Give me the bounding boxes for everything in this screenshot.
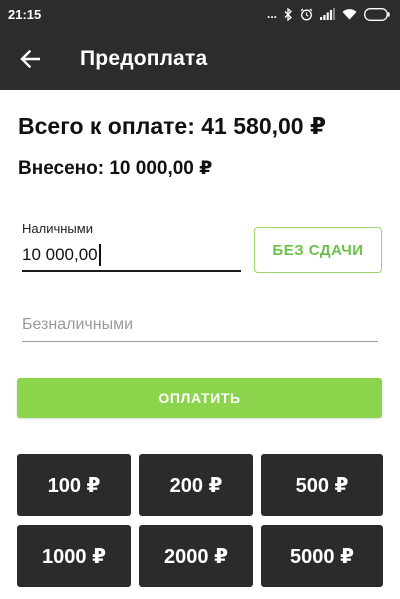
cashless-input[interactable] xyxy=(22,312,378,342)
arrow-left-icon xyxy=(20,50,40,68)
status-bar: 21:15 ... xyxy=(0,0,400,28)
pay-button[interactable]: ОПЛАТИТЬ xyxy=(17,378,382,418)
text-caret xyxy=(99,244,101,266)
wifi-icon xyxy=(342,9,357,20)
no-change-button[interactable]: БЕЗ СДАЧИ xyxy=(254,227,382,273)
more-notifications-icon: ... xyxy=(266,7,277,21)
app-bar: Предоплата xyxy=(0,28,400,90)
status-time: 21:15 xyxy=(8,6,42,22)
amount-paid: Внесено: 10 000,00 ₽ xyxy=(18,158,213,179)
cash-field-label: Наличными xyxy=(22,221,93,236)
total-to-pay: Всего к оплате: 41 580,00 ₽ xyxy=(18,113,326,139)
status-icons: ... xyxy=(267,7,390,21)
cash-input[interactable] xyxy=(22,242,241,272)
back-button[interactable] xyxy=(0,28,60,90)
amount-button-200[interactable]: 200 ₽ xyxy=(139,454,253,516)
battery-icon xyxy=(364,7,390,21)
alarm-icon xyxy=(300,8,313,20)
amount-button-5000[interactable]: 5000 ₽ xyxy=(261,525,383,587)
bluetooth-icon xyxy=(284,7,292,21)
quick-amount-grid: 100 ₽ 200 ₽ 500 ₽ 1000 ₽ 2000 ₽ 5000 ₽ xyxy=(17,454,383,587)
amount-button-1000[interactable]: 1000 ₽ xyxy=(17,525,131,587)
amount-button-2000[interactable]: 2000 ₽ xyxy=(139,525,253,587)
amount-button-100[interactable]: 100 ₽ xyxy=(17,454,131,516)
prepayment-screen: 21:15 ... Предоплата Всего к оплате: 41 … xyxy=(0,0,400,599)
signal-icon xyxy=(320,8,335,20)
amount-button-500[interactable]: 500 ₽ xyxy=(261,454,383,516)
page-title: Предоплата xyxy=(80,47,208,70)
